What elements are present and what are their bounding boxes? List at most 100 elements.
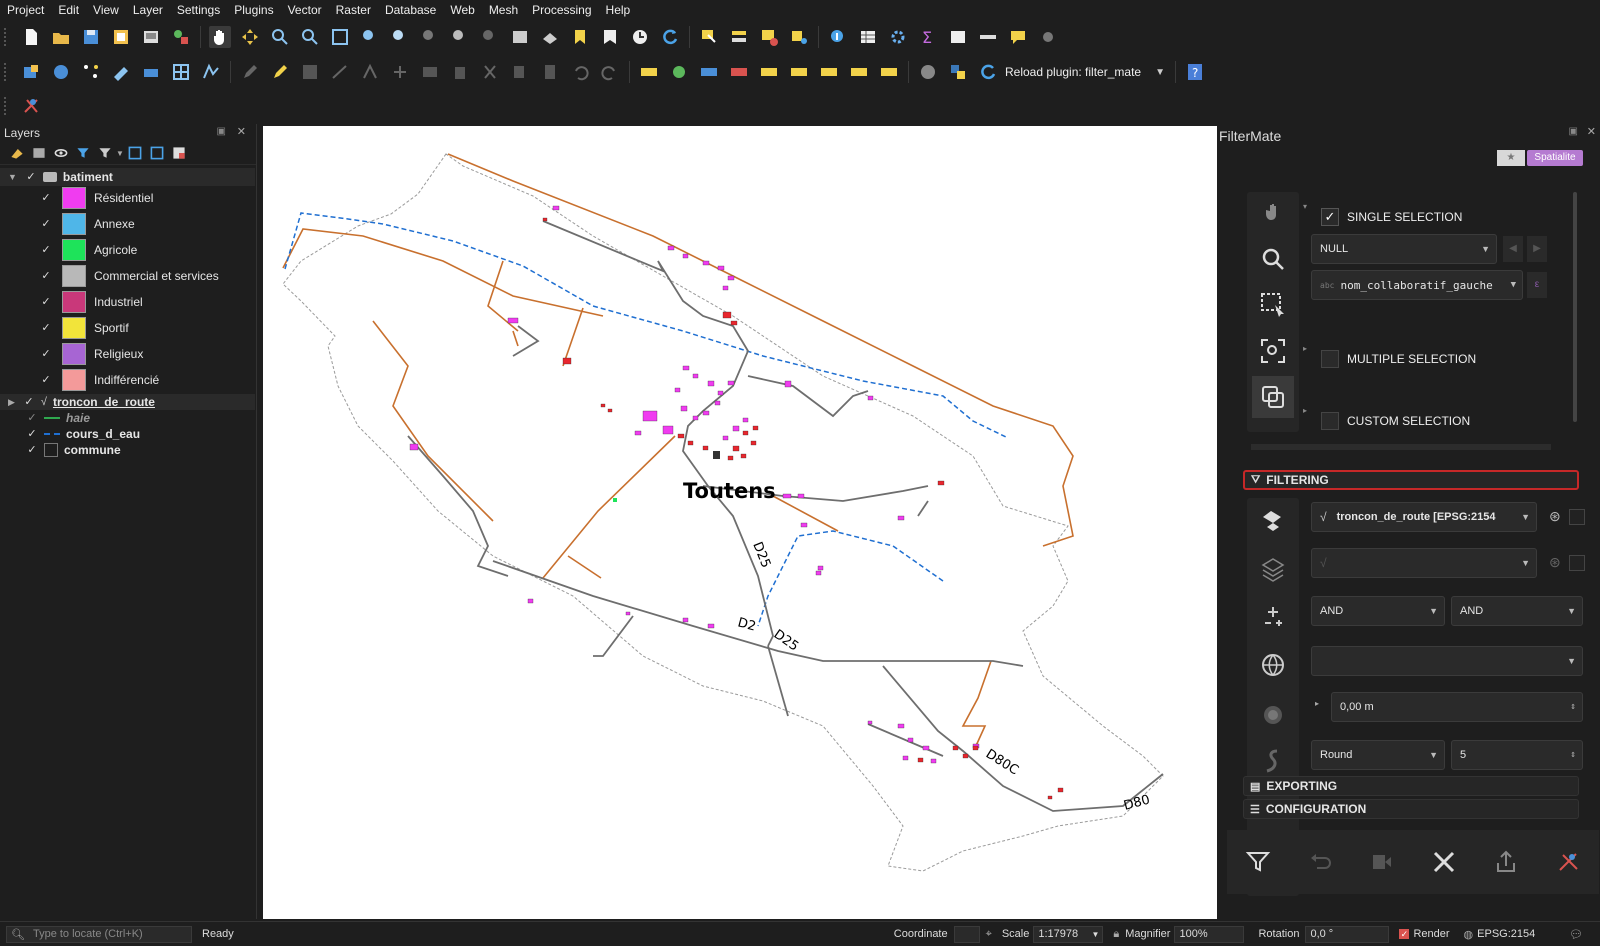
menu-processing[interactable]: Processing [525, 0, 598, 20]
bookmark-icon[interactable] [569, 26, 591, 48]
measure-icon[interactable] [977, 26, 999, 48]
temporal-controller-icon[interactable] [629, 26, 651, 48]
digitize-line-icon[interactable] [329, 61, 351, 83]
layer-row-troncon-de-route[interactable]: ▶ ✓ √ troncon_de_route [0, 394, 255, 410]
pan-to-selection-icon[interactable] [239, 26, 261, 48]
combine-operator-icon[interactable] [1252, 596, 1294, 638]
show-bookmarks-icon[interactable] [599, 26, 621, 48]
save-edits-icon[interactable] [299, 61, 321, 83]
collapse-all-icon[interactable] [149, 145, 165, 161]
expand-arrow-icon[interactable]: ▶ [8, 397, 15, 408]
legend-checkbox[interactable]: ✓ [40, 374, 52, 386]
legend-checkbox[interactable]: ✓ [40, 296, 52, 308]
pan-hand-icon[interactable] [209, 26, 231, 48]
label-toolbar-icon[interactable] [638, 61, 660, 83]
float-panel-icon[interactable]: ▣ [1569, 126, 1578, 137]
legend-item-residentiel[interactable]: ✓ Résidentiel [0, 186, 255, 210]
crs-target-icon[interactable]: ⊛ [1549, 508, 1561, 525]
layer-row-haie[interactable]: ✓ haie [0, 410, 255, 426]
delete-selected-icon[interactable] [449, 61, 471, 83]
layer-to-filter-combo[interactable]: √ troncon_de_route [EPSG:2154 ▼ [1311, 502, 1537, 532]
multiple-selection-checkbox[interactable] [1321, 350, 1339, 368]
style-manager-icon[interactable] [170, 26, 192, 48]
zoom-native-icon[interactable] [419, 26, 441, 48]
buffer-icon[interactable] [1252, 692, 1294, 734]
spin-arrows-icon[interactable]: ⇕ [1570, 751, 1576, 759]
paste-icon[interactable] [539, 61, 561, 83]
legend-item-commercial[interactable]: ✓ Commercial et services [0, 264, 255, 288]
close-panel-icon[interactable]: ✕ [1587, 125, 1596, 138]
expand-arrow-icon[interactable]: ▸ [1303, 344, 1307, 353]
toggle-edit-pencil-icon[interactable] [269, 61, 291, 83]
save-as-icon[interactable] [110, 26, 132, 48]
label-move-icon[interactable] [818, 61, 840, 83]
layer-filter-checkbox[interactable] [1569, 509, 1585, 525]
toolbar-grip[interactable] [4, 28, 10, 46]
redo-icon[interactable] [599, 61, 621, 83]
apply-filter-button[interactable] [1238, 842, 1278, 882]
legend-checkbox[interactable]: ✓ [40, 348, 52, 360]
buffer-value-spinbox[interactable]: 0,00 m ⇕ [1331, 692, 1583, 722]
messages-icon[interactable]: 💬︎ [1569, 928, 1583, 941]
legend-item-religieux[interactable]: ✓ Religieux [0, 342, 255, 366]
map-svg[interactable]: Toutens D25 D2 D25 D80C D80 [263, 126, 1217, 919]
reload-plugin-label[interactable]: Reload plugin: filter_mate [1005, 65, 1141, 79]
toggle-extents-icon[interactable]: ⌖ [986, 928, 992, 941]
menu-web[interactable]: Web [443, 0, 481, 20]
legend-item-industriel[interactable]: ✓ Industriel [0, 290, 255, 314]
layer-checkbox[interactable]: ✓ [23, 396, 35, 408]
combine-operator-source-combo[interactable]: AND ▼ [1311, 596, 1445, 626]
select-rectangle-icon[interactable] [1252, 284, 1294, 326]
layers-stack-icon[interactable] [1252, 548, 1294, 590]
label-pin-icon[interactable] [758, 61, 780, 83]
move-feature-icon[interactable] [389, 61, 411, 83]
undo-filter-button[interactable] [1300, 842, 1340, 882]
label-blue-icon[interactable] [698, 61, 720, 83]
export-button[interactable] [1486, 842, 1526, 882]
undo-icon[interactable] [569, 61, 591, 83]
add-mesh-icon[interactable] [170, 61, 192, 83]
legend-item-agricole[interactable]: ✓ Agricole [0, 238, 255, 262]
additional-layer-combo[interactable]: √ ▼ [1311, 548, 1537, 578]
expand-arrow-icon[interactable]: ▸ [1315, 699, 1319, 708]
zoom-selection-icon[interactable] [389, 26, 411, 48]
favorite-star-badge[interactable]: ★ [1497, 150, 1525, 166]
zoom-magnifier-icon[interactable] [1252, 238, 1294, 280]
open-project-icon[interactable] [50, 26, 72, 48]
digitize-points-icon[interactable] [80, 61, 102, 83]
geometric-predicate-globe-icon[interactable] [1252, 644, 1294, 686]
label-color-icon[interactable] [668, 61, 690, 83]
expression-builder-icon[interactable]: ε [1527, 272, 1547, 298]
close-panel-icon[interactable]: ✕ [237, 125, 246, 138]
add-vector-icon[interactable] [200, 61, 222, 83]
link-widgets-icon[interactable] [1252, 376, 1294, 418]
layer-checkbox[interactable]: ✓ [25, 171, 37, 183]
zoom-layer-icon[interactable] [359, 26, 381, 48]
crs-label[interactable]: EPSG:2154 [1477, 928, 1535, 940]
map-tips-icon[interactable] [1007, 26, 1029, 48]
scale-combo[interactable]: 1:17978 ▼ [1033, 925, 1104, 943]
new-3d-view-icon[interactable] [539, 26, 561, 48]
geometric-predicate-combo[interactable]: ▼ [1311, 646, 1583, 676]
print-layout-icon[interactable] [140, 26, 162, 48]
crs-globe-icon[interactable]: ◍ [1464, 928, 1474, 941]
buffer-style-combo[interactable]: Round ▼ [1311, 740, 1445, 770]
zoom-next-icon[interactable] [479, 26, 501, 48]
open-table-icon[interactable] [947, 26, 969, 48]
map-canvas[interactable]: Toutens D25 D2 D25 D80C D80 [263, 126, 1217, 919]
style-layer-icon[interactable] [9, 145, 25, 161]
spin-arrows-icon[interactable]: ⇕ [1570, 703, 1576, 711]
reset-layer-button[interactable] [1548, 842, 1588, 882]
new-project-icon[interactable] [20, 26, 42, 48]
plugin-settings-icon[interactable] [1037, 26, 1059, 48]
single-selection-checkbox[interactable]: ✓ [1321, 208, 1339, 226]
locator-search-input[interactable]: 🔍︎ Type to locate (Ctrl+K) [6, 925, 192, 943]
label-red-icon[interactable] [728, 61, 750, 83]
toolbar-grip[interactable] [4, 63, 10, 81]
new-layer-icon[interactable] [50, 61, 72, 83]
layer-row-batiment[interactable]: ▼ ✓ batiment [0, 168, 255, 186]
layer-row-cours-d-eau[interactable]: ✓ cours_d_eau [0, 426, 255, 442]
label-change-icon[interactable] [878, 61, 900, 83]
identify-icon[interactable] [827, 26, 849, 48]
magnifier-spinbox[interactable]: 100% [1174, 925, 1245, 943]
